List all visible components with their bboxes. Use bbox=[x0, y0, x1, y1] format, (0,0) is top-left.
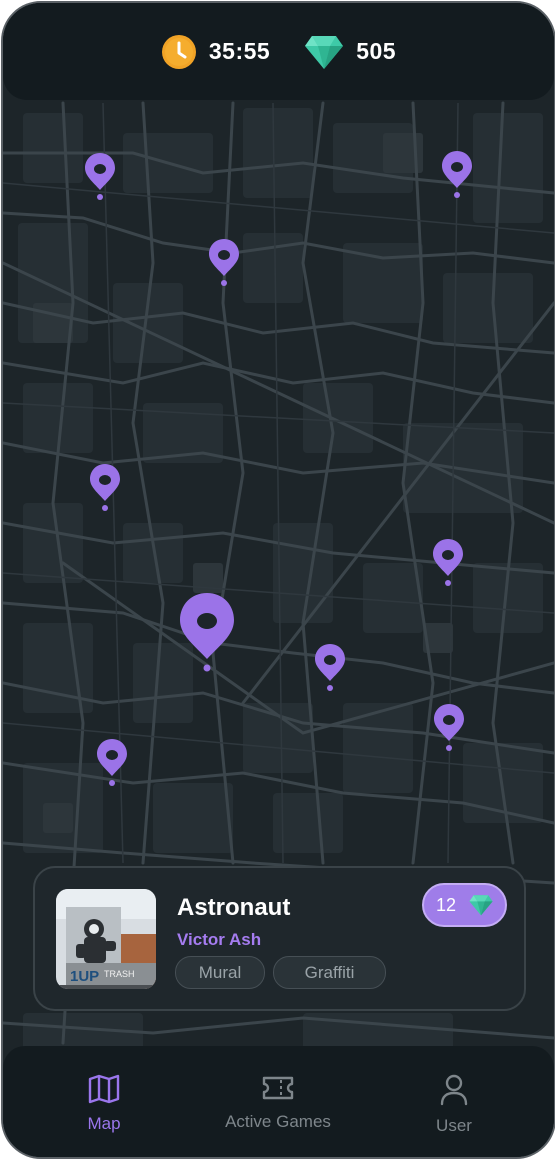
map-pin-icon[interactable] bbox=[432, 538, 464, 588]
tag-mural[interactable]: Mural bbox=[175, 956, 265, 989]
nav-label-active-games: Active Games bbox=[225, 1112, 331, 1131]
nav-label-user: User bbox=[436, 1116, 472, 1135]
map-pin-icon[interactable] bbox=[89, 463, 121, 513]
gem-icon bbox=[469, 895, 493, 916]
nav-item-map[interactable]: Map bbox=[65, 1074, 143, 1134]
svg-text:1UP: 1UP bbox=[70, 968, 99, 985]
artist-name[interactable]: Victor Ash bbox=[177, 930, 261, 950]
timer-stat: 35:55 bbox=[161, 34, 270, 70]
reward-badge[interactable]: 12 bbox=[422, 883, 507, 927]
map-pin-icon[interactable] bbox=[208, 238, 240, 288]
map-pin-icon[interactable] bbox=[84, 152, 116, 202]
nav-item-user[interactable]: User bbox=[418, 1074, 490, 1136]
map-pin-icon[interactable] bbox=[96, 738, 128, 788]
gems-stat: 505 bbox=[304, 34, 396, 70]
reward-value: 12 bbox=[436, 894, 457, 915]
map-pin-icon[interactable] bbox=[314, 643, 346, 693]
bottom-nav: Map Active Games User bbox=[3, 1046, 554, 1157]
clock-icon bbox=[161, 34, 196, 69]
map-icon bbox=[88, 1074, 120, 1104]
timer-value: 35:55 bbox=[208, 38, 271, 64]
gem-icon bbox=[305, 35, 344, 69]
artwork-thumbnail: 1UP TRASH bbox=[56, 889, 156, 989]
map-pin-icon[interactable] bbox=[433, 703, 465, 753]
svg-text:TRASH: TRASH bbox=[104, 969, 135, 979]
map-pin-icon[interactable] bbox=[441, 150, 473, 200]
phone-frame: 35:55 505 1UP TRASH Astronaut Victor Ash… bbox=[1, 1, 555, 1159]
nav-item-active-games[interactable]: Active Games bbox=[208, 1074, 348, 1132]
artwork-card[interactable]: 1UP TRASH Astronaut Victor Ash Mural Gra… bbox=[33, 866, 526, 1011]
selected-map-pin-icon[interactable] bbox=[178, 591, 236, 673]
nav-label-map: Map bbox=[87, 1114, 121, 1133]
status-bar: 35:55 505 bbox=[3, 3, 554, 100]
gems-value: 505 bbox=[356, 38, 397, 64]
user-icon bbox=[440, 1074, 468, 1106]
artwork-title: Astronaut bbox=[177, 894, 291, 921]
ticket-icon bbox=[262, 1076, 294, 1100]
tag-graffiti[interactable]: Graffiti bbox=[273, 956, 386, 989]
